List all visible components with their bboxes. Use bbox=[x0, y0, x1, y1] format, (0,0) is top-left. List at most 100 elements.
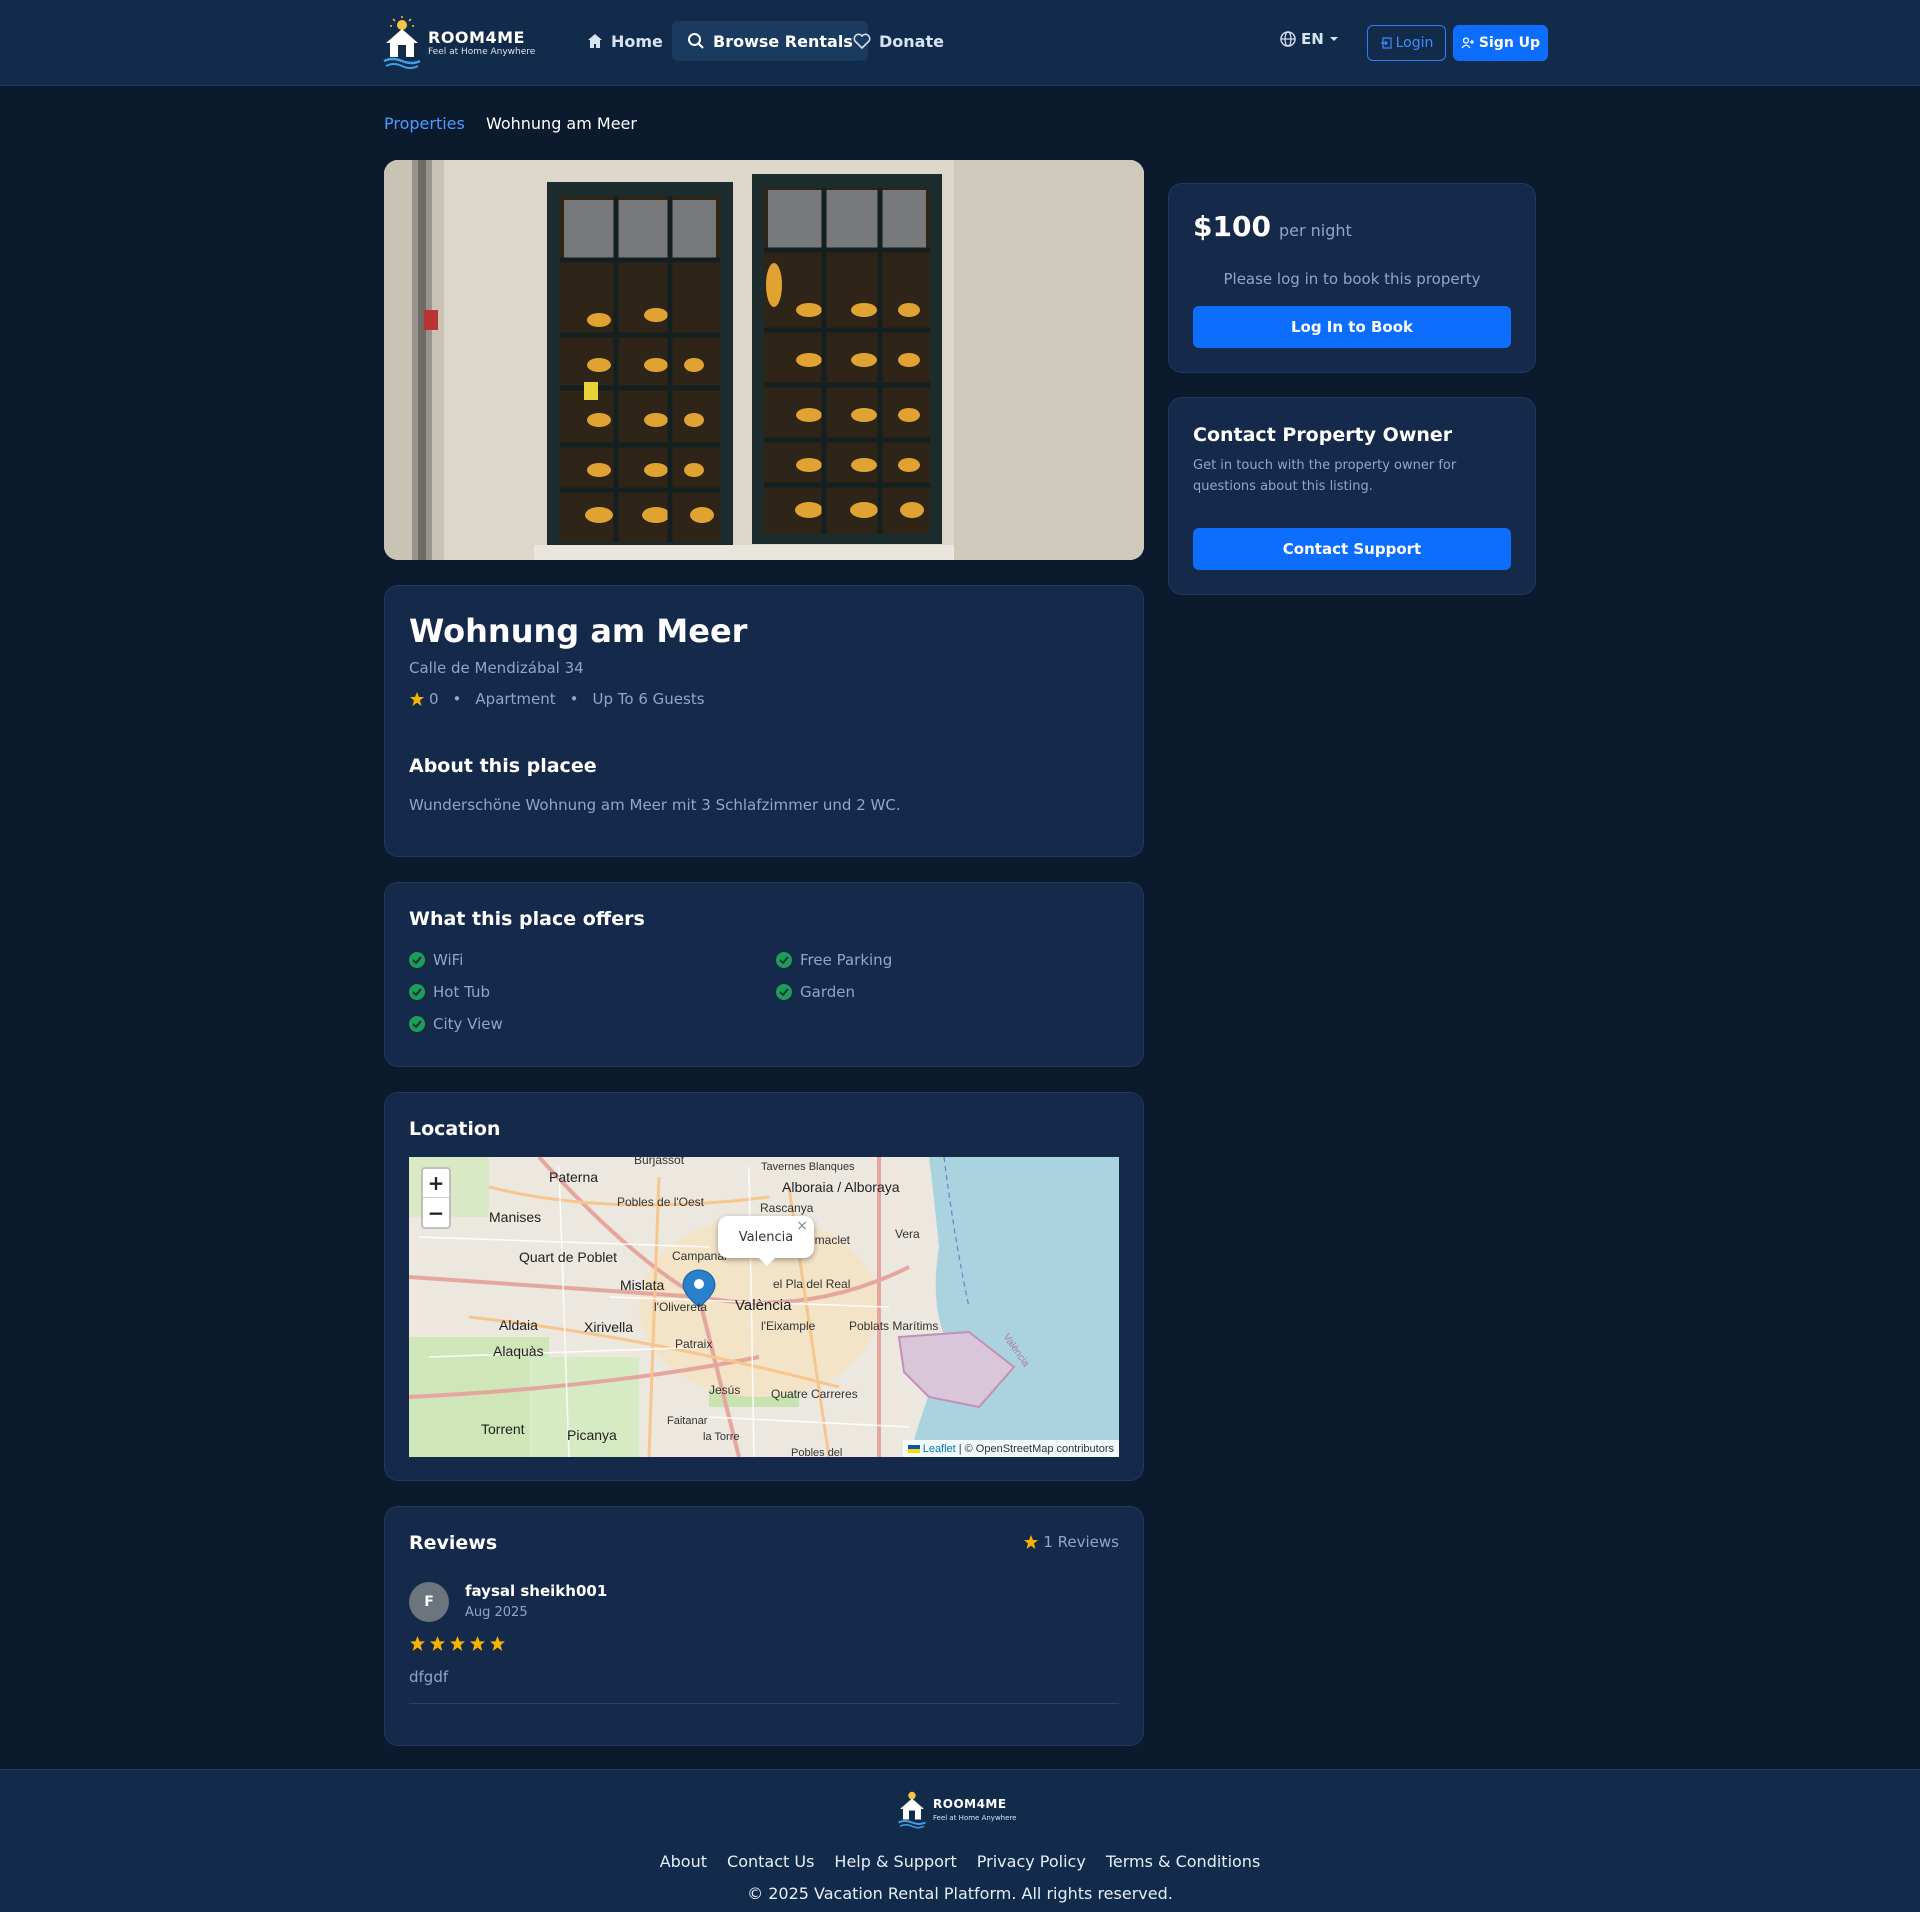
map-label: Quatre Carreres bbox=[771, 1387, 858, 1401]
map-label: Torrent bbox=[481, 1421, 525, 1437]
chevron-down-icon bbox=[1329, 37, 1338, 41]
language-selector[interactable]: EN bbox=[1280, 30, 1338, 48]
star-icon bbox=[490, 1636, 505, 1651]
zoom-out-button[interactable]: − bbox=[423, 1198, 449, 1227]
property-type: Apartment bbox=[475, 690, 556, 708]
footer-brand-name: ROOM4ME bbox=[933, 1797, 1007, 1811]
amenity-label: WiFi bbox=[433, 951, 464, 969]
amenity-item: WiFi bbox=[409, 951, 463, 969]
breadcrumb-properties-link[interactable]: Properties bbox=[384, 114, 465, 133]
map-label: Tavernes Blanques bbox=[761, 1161, 855, 1173]
footer-link-terms[interactable]: Terms & Conditions bbox=[1106, 1852, 1260, 1871]
contact-description: Get in touch with the property owner for… bbox=[1193, 458, 1457, 494]
nav-donate-link[interactable]: Donate bbox=[838, 21, 959, 61]
login-button[interactable]: Login bbox=[1367, 25, 1446, 61]
reviews-count: 1 Reviews bbox=[1023, 1533, 1119, 1551]
contact-heading: Contact Property Owner bbox=[1193, 424, 1453, 446]
nav-donate-label: Donate bbox=[879, 31, 944, 51]
amenity-label: Garden bbox=[800, 983, 855, 1001]
amenity-item: City View bbox=[409, 1015, 503, 1033]
contact-support-button[interactable]: Contact Support bbox=[1193, 528, 1511, 570]
footer-link-help[interactable]: Help & Support bbox=[834, 1852, 956, 1871]
check-circle-icon bbox=[409, 952, 425, 968]
amenity-label: Hot Tub bbox=[433, 983, 491, 1001]
star-icon bbox=[409, 691, 425, 707]
map-popup-label: Valencia bbox=[738, 1229, 794, 1245]
map-label: imaclet bbox=[812, 1233, 851, 1247]
contact-owner-card: Contact Property Owner Get in touch with… bbox=[1168, 397, 1536, 595]
map-label: Pobles de l'Oest bbox=[617, 1195, 705, 1209]
footer-links: About Contact Us Help & Support Privacy … bbox=[0, 1852, 1920, 1871]
signup-label: Sign Up bbox=[1478, 35, 1541, 51]
map-label: Manises bbox=[489, 1209, 542, 1225]
map-label: Alboraia / Alboraya bbox=[782, 1179, 900, 1195]
property-info-card: Wohnung am Meer Calle de Mendizábal 34 0… bbox=[384, 585, 1144, 857]
location-card: Location Burjassot Tavernes Blanques Pat… bbox=[384, 1092, 1144, 1481]
login-icon bbox=[1380, 37, 1392, 49]
amenity-item: Free Parking bbox=[776, 951, 892, 969]
map-label: València bbox=[735, 1297, 792, 1314]
map-label: Vera bbox=[895, 1227, 920, 1241]
check-circle-icon bbox=[409, 1016, 425, 1032]
map-label: l'Eixample bbox=[761, 1319, 816, 1333]
close-icon[interactable]: × bbox=[796, 1218, 808, 1234]
map-label: Rascanya bbox=[760, 1201, 814, 1215]
meta-separator: • bbox=[569, 690, 579, 708]
amenities-heading: What this place offers bbox=[409, 908, 645, 930]
property-guests: Up To 6 Guests bbox=[592, 690, 705, 708]
meta-separator: • bbox=[452, 690, 462, 708]
reviews-count-label: 1 Reviews bbox=[1043, 1533, 1119, 1551]
map-label: Patraix bbox=[675, 1337, 713, 1351]
map-label: Poblats Marítims bbox=[849, 1319, 939, 1333]
nav-browse-label: Browse Rentals bbox=[713, 31, 853, 51]
nav-home-link[interactable]: Home bbox=[572, 21, 678, 61]
login-label: Login bbox=[1395, 35, 1434, 51]
zoom-in-button[interactable]: + bbox=[423, 1169, 449, 1198]
search-icon bbox=[687, 32, 705, 50]
language-label: EN bbox=[1301, 30, 1324, 48]
footer-link-contact[interactable]: Contact Us bbox=[727, 1852, 814, 1871]
map-label: Paterna bbox=[549, 1169, 599, 1185]
flag-icon bbox=[907, 1444, 920, 1453]
property-address: Calle de Mendizábal 34 bbox=[409, 659, 584, 677]
breadcrumb: Properties Wohnung am Meer bbox=[384, 114, 637, 133]
nav-home-label: Home bbox=[611, 31, 663, 51]
check-circle-icon bbox=[409, 984, 425, 1000]
heart-icon bbox=[853, 33, 871, 49]
amenity-label: Free Parking bbox=[800, 951, 893, 969]
star-icon bbox=[410, 1636, 425, 1651]
leaflet-link[interactable]: Leaflet bbox=[923, 1443, 956, 1455]
check-circle-icon bbox=[776, 952, 792, 968]
property-meta: 0 • Apartment • Up To 6 Guests bbox=[409, 690, 705, 708]
house-sun-logo-icon bbox=[383, 16, 421, 69]
footer-brand-tagline: Feel at Home Anywhere bbox=[933, 1814, 1017, 1822]
signup-button[interactable]: Sign Up bbox=[1453, 25, 1548, 61]
property-title: Wohnung am Meer bbox=[409, 612, 748, 650]
map-label: l'Olivereta bbox=[654, 1300, 707, 1314]
star-icon bbox=[1023, 1534, 1039, 1550]
location-heading: Location bbox=[409, 1118, 501, 1140]
osm-attribution[interactable]: | © OpenStreetMap contributors bbox=[959, 1443, 1114, 1455]
map-label: el Pla del Real bbox=[773, 1277, 851, 1291]
amenity-item: Garden bbox=[776, 983, 855, 1001]
amenity-label: City View bbox=[433, 1015, 503, 1033]
breadcrumb-separator bbox=[473, 114, 478, 133]
reviews-heading: Reviews bbox=[409, 1532, 498, 1554]
login-to-book-button[interactable]: Log In to Book bbox=[1193, 306, 1511, 348]
star-icon bbox=[470, 1636, 485, 1651]
price-amount: $100 bbox=[1193, 210, 1271, 243]
brand-logo[interactable]: ROOM4ME Feel at Home Anywhere bbox=[382, 14, 542, 72]
map-label: Alaquàs bbox=[493, 1343, 544, 1359]
price-unit: per night bbox=[1278, 221, 1352, 240]
review-author: faysal sheikh001 bbox=[465, 1582, 608, 1600]
footer-link-privacy[interactable]: Privacy Policy bbox=[977, 1852, 1086, 1871]
map-view[interactable]: Burjassot Tavernes Blanques Paterna Albo… bbox=[409, 1157, 1119, 1457]
home-icon bbox=[587, 33, 603, 49]
map-label: Pobles del bbox=[791, 1447, 843, 1457]
review-text: dfgdf bbox=[409, 1668, 449, 1686]
footer-link-about[interactable]: About bbox=[660, 1852, 707, 1871]
map-label: Xirivella bbox=[584, 1319, 634, 1335]
price: $100 per night bbox=[1193, 210, 1352, 243]
property-rating: 0 bbox=[429, 690, 439, 708]
footer-logo[interactable]: ROOM4ME Feel at Home Anywhere bbox=[897, 1788, 1016, 1830]
